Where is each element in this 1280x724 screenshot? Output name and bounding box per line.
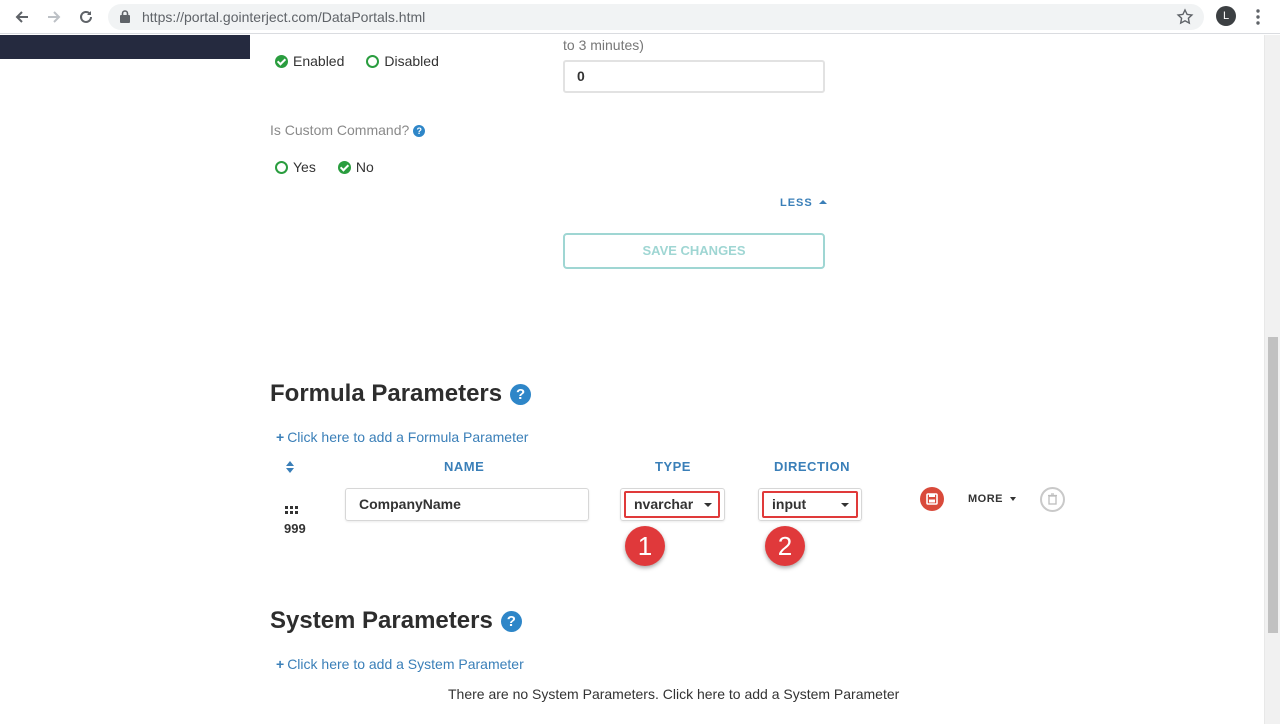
help-icon[interactable]: ? (510, 384, 532, 405)
yes-label: Yes (293, 159, 316, 175)
annotation-badge-1: 1 (625, 526, 665, 566)
dropdown-caret-icon (841, 503, 849, 507)
direction-select-value[interactable]: input (762, 491, 858, 518)
parameter-name-input[interactable]: CompanyName (345, 488, 589, 521)
dropdown-caret-icon (704, 503, 712, 507)
custom-command-label: Is Custom Command?? (270, 122, 426, 138)
sidebar-panel (0, 35, 250, 59)
scrollbar-thumb[interactable] (1268, 337, 1278, 633)
radio-unchecked-icon (275, 160, 288, 174)
type-column-header: TYPE (655, 459, 691, 474)
page-scrollbar[interactable] (1264, 35, 1280, 724)
yes-radio[interactable]: Yes (275, 159, 316, 175)
type-select-value[interactable]: nvarchar (624, 491, 720, 518)
address-bar[interactable]: https://portal.gointerject.com/DataPorta… (108, 4, 1204, 30)
name-column-header: NAME (444, 459, 485, 474)
plus-icon: + (276, 656, 285, 672)
back-arrow-icon[interactable] (11, 6, 33, 28)
enabled-radio-group: Enabled Disabled (275, 53, 461, 69)
forward-arrow-icon[interactable] (43, 6, 65, 28)
caret-up-icon (818, 200, 827, 204)
empty-system-parameters-message[interactable]: There are no System Parameters. Click he… (448, 686, 899, 702)
no-radio[interactable]: No (337, 159, 374, 175)
disabled-radio[interactable]: Disabled (366, 53, 439, 69)
save-floppy-icon[interactable] (920, 487, 944, 511)
dropdown-caret-icon (1010, 497, 1016, 501)
direction-select[interactable]: input (758, 488, 862, 521)
sort-icon[interactable] (285, 460, 295, 474)
save-changes-button[interactable]: SAVE CHANGES (563, 233, 825, 269)
add-system-parameter-link[interactable]: + Click here to add a System Parameter (276, 656, 524, 672)
disabled-label: Disabled (384, 53, 439, 69)
help-icon[interactable]: ? (500, 611, 522, 632)
radio-checked-icon (275, 54, 288, 68)
reload-icon[interactable] (75, 6, 97, 28)
drag-handle-icon[interactable] (285, 503, 299, 514)
trash-icon[interactable] (1040, 487, 1065, 512)
radio-unchecked-icon (366, 54, 380, 68)
system-parameters-title: System Parameters? (270, 607, 522, 635)
browser-menu-icon[interactable] (1250, 7, 1266, 27)
lock-icon (120, 10, 130, 28)
less-toggle-link[interactable]: LESS (780, 197, 827, 209)
timeout-note: to 3 minutes) (563, 37, 644, 53)
bookmark-star-icon[interactable] (1176, 8, 1194, 31)
formula-parameters-title: Formula Parameters? (270, 380, 532, 408)
browser-toolbar: https://portal.gointerject.com/DataPorta… (0, 0, 1280, 34)
enabled-label: Enabled (293, 53, 345, 69)
annotation-badge-2: 2 (765, 526, 805, 566)
plus-icon: + (276, 429, 285, 445)
row-order-number: 999 (284, 521, 306, 536)
timeout-input[interactable]: 0 (563, 60, 825, 93)
help-icon[interactable]: ? (413, 125, 426, 137)
type-select[interactable]: nvarchar (620, 488, 725, 521)
add-formula-parameter-link[interactable]: + Click here to add a Formula Parameter (276, 429, 528, 445)
direction-column-header: DIRECTION (774, 459, 850, 474)
enabled-radio[interactable]: Enabled (275, 53, 344, 69)
radio-checked-icon (337, 160, 351, 174)
custom-command-radio-group: Yes No (275, 159, 396, 175)
url-text: https://portal.gointerject.com/DataPorta… (142, 9, 426, 25)
profile-avatar[interactable]: L (1216, 6, 1236, 26)
no-label: No (355, 159, 374, 175)
more-menu-button[interactable]: MORE (968, 493, 1016, 505)
